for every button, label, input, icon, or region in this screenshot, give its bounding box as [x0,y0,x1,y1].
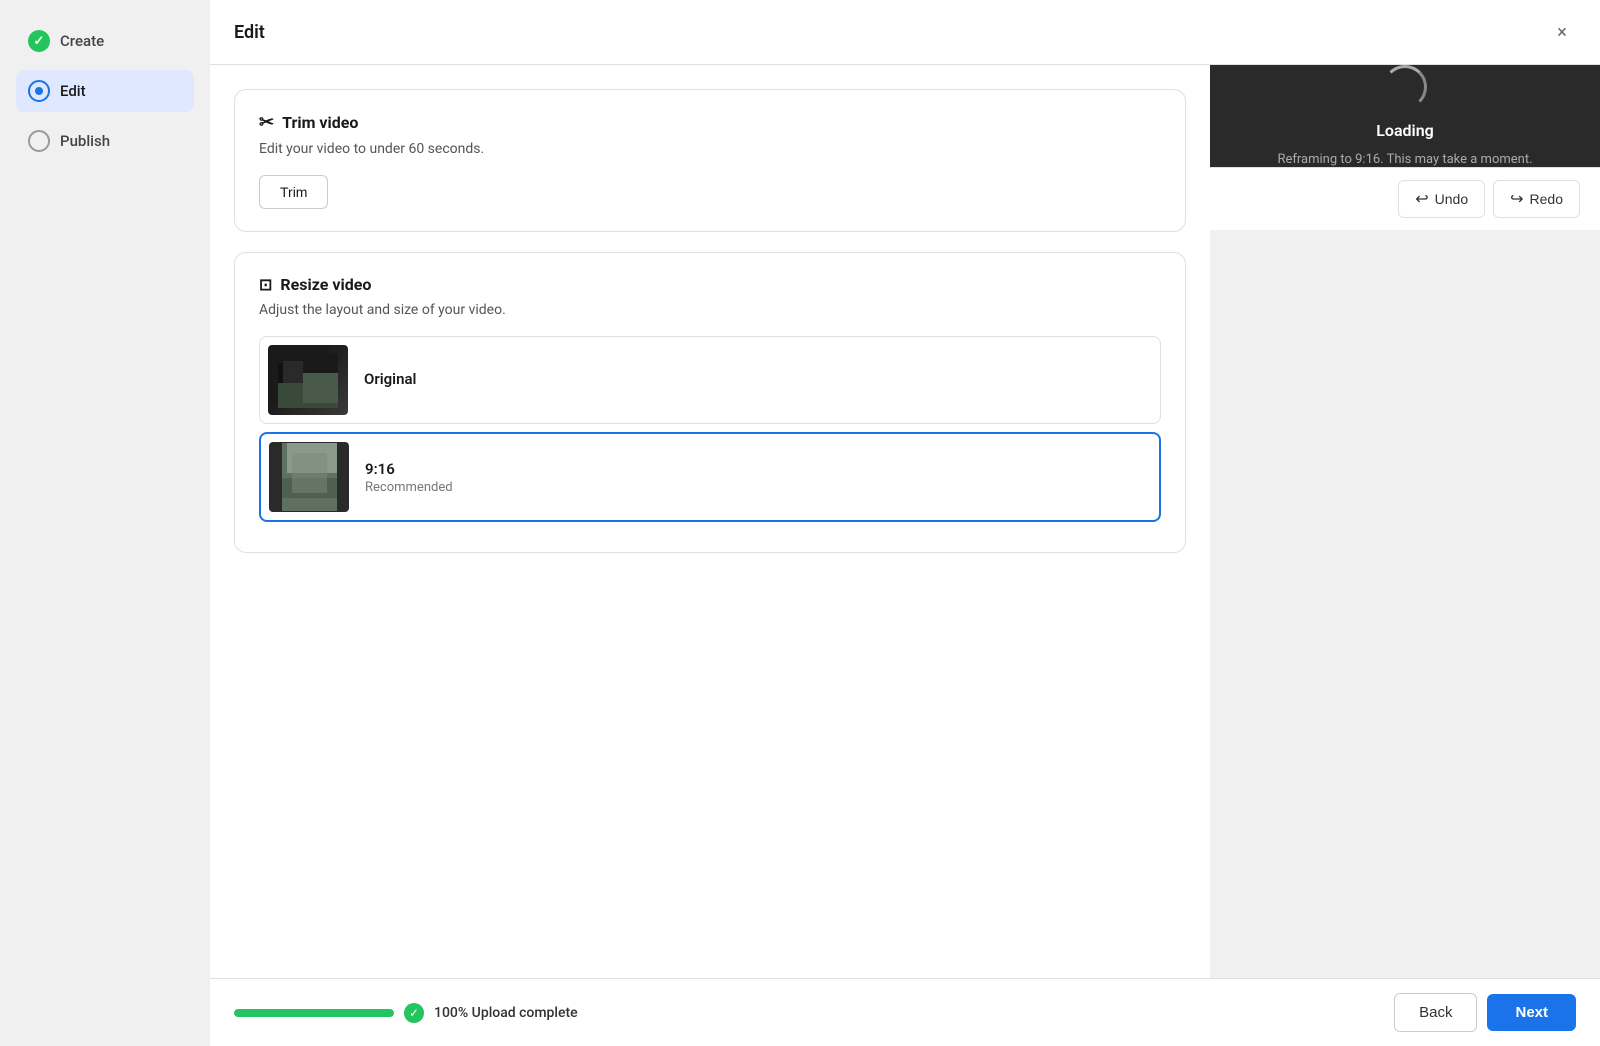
resize-card-subtitle: Adjust the layout and size of your video… [259,302,1161,318]
loading-text: Loading [1376,121,1434,140]
right-panel: Loading Reframing to 9:16. This may take… [1210,65,1600,978]
undo-icon: ↩ [1415,189,1428,209]
redo-label: Redo [1530,191,1563,207]
preview-panel: Loading Reframing to 9:16. This may take… [1210,65,1600,167]
redo-icon: ↪ [1510,189,1523,209]
undo-label: Undo [1435,191,1468,207]
close-button[interactable]: × [1548,18,1576,46]
resize-916-text: 9:16 [365,460,1143,478]
trim-card: ✂ Trim video Edit your video to under 60… [234,89,1186,232]
trim-card-subtitle: Edit your video to under 60 seconds. [259,141,1161,157]
back-button[interactable]: Back [1394,993,1477,1032]
progress-bar-background [234,1009,394,1017]
resize-916-label: 9:16 Recommended [365,460,1143,495]
sidebar: ✓ Create Edit Publish [0,0,210,1046]
thumb-916-img [282,443,337,511]
trim-card-title: ✂ Trim video [259,112,1161,133]
sidebar-label-create: Create [60,32,104,50]
resize-original-label: Original [364,370,1144,390]
sidebar-label-edit: Edit [60,82,86,100]
body-split: ✂ Trim video Edit your video to under 60… [210,65,1600,978]
circle-inner [35,87,43,95]
sidebar-item-publish[interactable]: Publish [16,120,194,162]
sidebar-item-edit[interactable]: Edit [16,70,194,112]
modal-title: Edit [234,22,265,43]
preview-content: Loading Reframing to 9:16. This may take… [1277,65,1532,167]
modal-header: Edit × [210,0,1600,65]
loading-subtext: Reframing to 9:16. This may take a momen… [1277,152,1532,167]
sidebar-label-publish: Publish [60,132,110,150]
sidebar-item-create[interactable]: ✓ Create [16,20,194,62]
bottom-actions: Back Next [1394,993,1576,1032]
thumbnail-original [268,345,348,415]
edit-panel: ✂ Trim video Edit your video to under 60… [210,65,1210,978]
thumbnail-916 [269,442,349,512]
undo-button[interactable]: ↩ Undo [1398,180,1485,218]
undo-redo-bar: ↩ Undo ↪ Redo [1210,167,1600,230]
resize-card-title: ⊡ Resize video [259,275,1161,294]
resize-option-original[interactable]: Original [259,336,1161,424]
thumb-original-img [268,345,348,415]
resize-option-916[interactable]: 9:16 Recommended [259,432,1161,522]
trim-button[interactable]: Trim [259,175,328,209]
circle-blue-icon [28,80,50,102]
next-button[interactable]: Next [1487,994,1576,1031]
resize-card: ⊡ Resize video Adjust the layout and siz… [234,252,1186,553]
redo-button[interactable]: ↪ Redo [1493,180,1580,218]
circle-empty-icon [28,130,50,152]
loading-spinner [1383,65,1427,109]
upload-complete-icon: ✓ [404,1003,424,1023]
upload-progress: ✓ 100% Upload complete [234,1003,578,1023]
resize-icon: ⊡ [259,275,272,294]
resize-original-text: Original [364,370,1144,388]
content-area: Edit × ✂ Trim video Edit your video to u… [210,0,1600,1046]
scissors-icon: ✂ [259,112,274,133]
bottom-bar: ✓ 100% Upload complete Back Next [210,978,1600,1046]
checkmark-icon: ✓ [28,30,50,52]
progress-bar-fill [234,1009,394,1017]
resize-916-subtext: Recommended [365,480,1143,495]
upload-text: 100% Upload complete [434,1005,578,1021]
